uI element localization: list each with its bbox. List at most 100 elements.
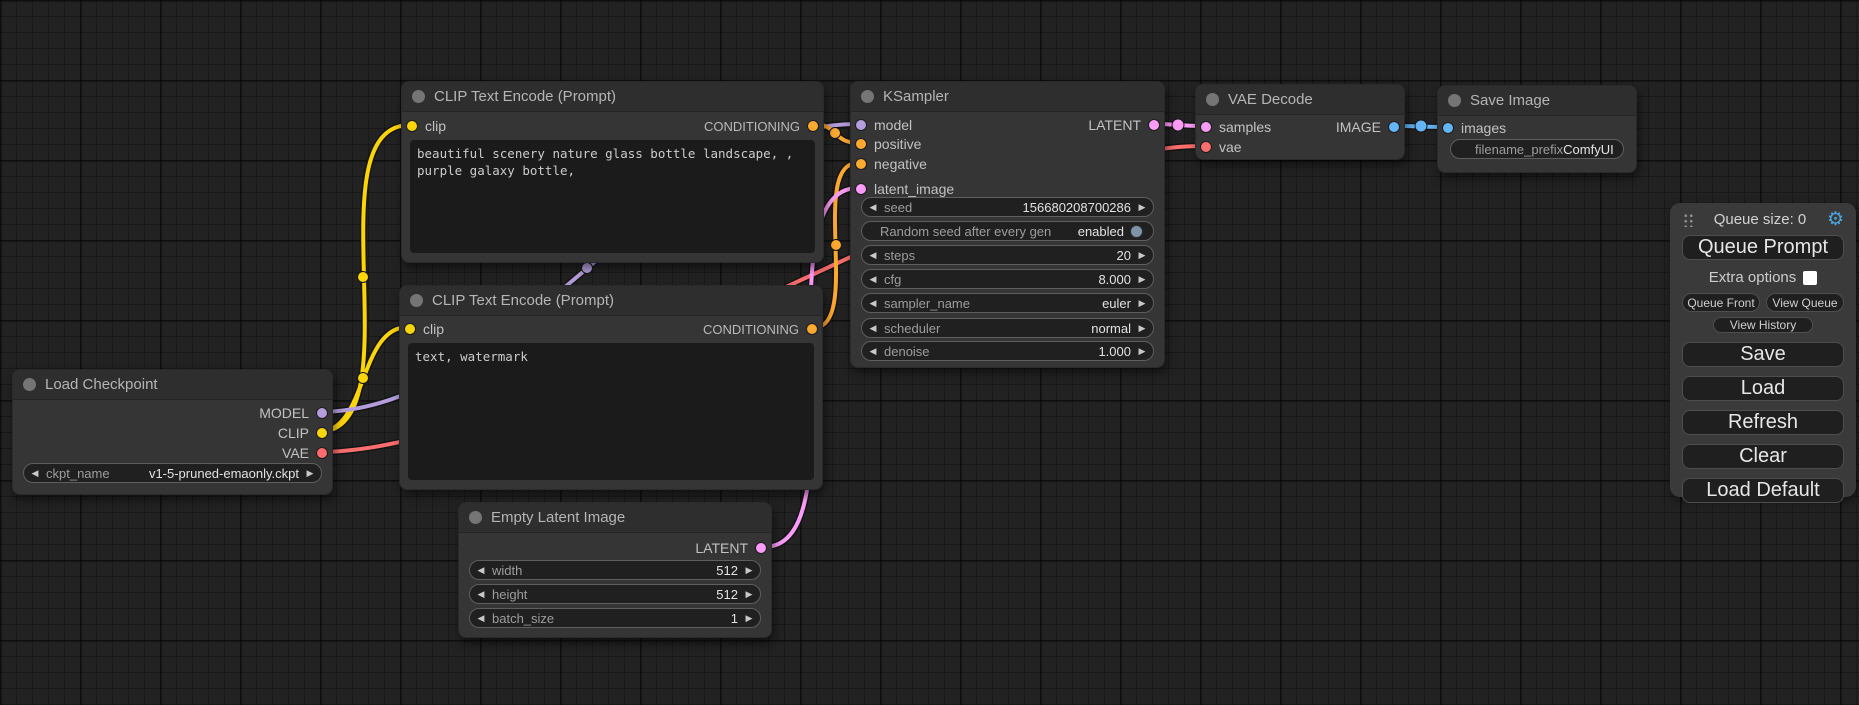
model-input-dot[interactable] <box>855 119 867 131</box>
decrement-arrow-icon[interactable]: ◀ <box>862 323 884 334</box>
conditioning-output-dot[interactable] <box>806 323 818 335</box>
clip-output-dot[interactable] <box>316 427 328 439</box>
node-title: CLIP Text Encode (Prompt) <box>434 88 616 105</box>
decrement-arrow-icon[interactable]: ◀ <box>862 274 884 285</box>
decrement-arrow-icon[interactable]: ◀ <box>862 346 884 357</box>
scheduler-widget[interactable]: ◀ scheduler normal ▶ <box>861 318 1154 338</box>
output-slot-vae: VAE <box>282 444 328 462</box>
queue-front-button[interactable]: Queue Front <box>1682 293 1760 312</box>
collapse-dot-icon[interactable] <box>469 511 482 524</box>
sampler-name-widget[interactable]: ◀ sampler_name euler ▶ <box>861 293 1154 313</box>
input-slot-positive: positive <box>855 135 921 153</box>
increment-arrow-icon[interactable]: ▶ <box>1131 346 1153 357</box>
prompt-textarea[interactable]: text, watermark <box>408 343 814 480</box>
node-clip-text-encode-negative[interactable]: CLIP Text Encode (Prompt) clip CONDITION… <box>399 285 823 490</box>
height-widget[interactable]: ◀ height 512 ▶ <box>469 584 761 604</box>
negative-input-dot[interactable] <box>855 158 867 170</box>
gear-icon[interactable]: ⚙ <box>1827 210 1844 229</box>
node-title-bar[interactable]: Load Checkpoint <box>13 370 332 400</box>
seed-widget[interactable]: ◀ seed 156680208700286 ▶ <box>861 197 1154 217</box>
prompt-textarea[interactable]: beautiful scenery nature glass bottle la… <box>410 140 815 253</box>
collapse-dot-icon[interactable] <box>410 294 423 307</box>
collapse-dot-icon[interactable] <box>1448 94 1461 107</box>
increment-arrow-icon[interactable]: ▶ <box>1131 274 1153 285</box>
increment-arrow-icon[interactable]: ▶ <box>738 565 760 576</box>
queue-control-panel: Queue size: 0 ⚙ Queue Prompt Extra optio… <box>1670 203 1856 497</box>
increment-arrow-icon[interactable]: ▶ <box>738 589 760 600</box>
node-empty-latent-image[interactable]: Empty Latent Image LATENT ◀ width 512 ▶ … <box>458 502 772 638</box>
increment-arrow-icon[interactable]: ▶ <box>299 468 321 479</box>
images-input-dot[interactable] <box>1442 122 1454 134</box>
node-title-bar[interactable]: Save Image <box>1438 86 1636 116</box>
view-queue-button[interactable]: View Queue <box>1766 293 1844 312</box>
latent-output-dot[interactable] <box>1148 119 1160 131</box>
increment-arrow-icon[interactable]: ▶ <box>1131 323 1153 334</box>
output-slot-conditioning: CONDITIONING <box>704 117 819 135</box>
random-seed-toggle-widget[interactable]: Random seed after every gen enabled <box>861 221 1154 241</box>
vae-input-dot[interactable] <box>1200 141 1212 153</box>
vae-output-dot[interactable] <box>316 447 328 459</box>
drag-handle-icon[interactable] <box>1682 212 1693 227</box>
decrement-arrow-icon[interactable]: ◀ <box>862 298 884 309</box>
load-default-button[interactable]: Load Default <box>1682 478 1844 503</box>
ckpt-name-widget[interactable]: ◀ ckpt_name v1-5-pruned-emaonly.ckpt ▶ <box>23 463 322 483</box>
batch-size-widget[interactable]: ◀ batch_size 1 ▶ <box>469 608 761 628</box>
queue-prompt-button[interactable]: Queue Prompt <box>1682 235 1844 260</box>
load-button[interactable]: Load <box>1682 376 1844 401</box>
image-output-dot[interactable] <box>1388 121 1400 133</box>
clear-button[interactable]: Clear <box>1682 444 1844 469</box>
node-title: CLIP Text Encode (Prompt) <box>432 292 614 309</box>
positive-input-dot[interactable] <box>855 138 867 150</box>
decrement-arrow-icon[interactable]: ◀ <box>24 468 46 479</box>
node-clip-text-encode-positive[interactable]: CLIP Text Encode (Prompt) clip CONDITION… <box>401 81 824 263</box>
node-vae-decode[interactable]: VAE Decode samples vae IMAGE <box>1195 84 1405 160</box>
toggle-knob-icon[interactable] <box>1130 225 1143 238</box>
collapse-dot-icon[interactable] <box>861 90 874 103</box>
input-slot-images: images <box>1442 119 1506 137</box>
increment-arrow-icon[interactable]: ▶ <box>738 613 760 624</box>
decrement-arrow-icon[interactable]: ◀ <box>470 613 492 624</box>
refresh-button[interactable]: Refresh <box>1682 410 1844 435</box>
conditioning-output-dot[interactable] <box>807 120 819 132</box>
node-load-checkpoint[interactable]: Load Checkpoint MODEL CLIP VAE ◀ ckpt_na… <box>12 369 333 495</box>
model-output-dot[interactable] <box>316 407 328 419</box>
save-button[interactable]: Save <box>1682 342 1844 367</box>
collapse-dot-icon[interactable] <box>23 378 36 391</box>
cfg-widget[interactable]: ◀ cfg 8.000 ▶ <box>861 269 1154 289</box>
view-history-button[interactable]: View History <box>1713 317 1813 333</box>
increment-arrow-icon[interactable]: ▶ <box>1131 202 1153 213</box>
filename-prefix-widget[interactable]: filename_prefix ComfyUI <box>1450 139 1624 159</box>
increment-arrow-icon[interactable]: ▶ <box>1131 298 1153 309</box>
latent-output-dot[interactable] <box>755 542 767 554</box>
increment-arrow-icon[interactable]: ▶ <box>1131 250 1153 261</box>
node-graph-canvas[interactable]: Load Checkpoint MODEL CLIP VAE ◀ ckpt_na… <box>0 0 1859 705</box>
input-slot-latent-image: latent_image <box>855 180 954 198</box>
extra-options-checkbox[interactable] <box>1803 271 1817 285</box>
decrement-arrow-icon[interactable]: ◀ <box>470 565 492 576</box>
collapse-dot-icon[interactable] <box>1206 93 1219 106</box>
output-slot-latent: LATENT <box>1088 116 1160 134</box>
steps-widget[interactable]: ◀ steps 20 ▶ <box>861 245 1154 265</box>
latent-input-dot[interactable] <box>855 183 867 195</box>
samples-input-dot[interactable] <box>1200 121 1212 133</box>
node-title-bar[interactable]: Empty Latent Image <box>459 503 771 533</box>
node-title-bar[interactable]: VAE Decode <box>1196 85 1404 115</box>
clip-input-dot[interactable] <box>406 120 418 132</box>
node-title: Load Checkpoint <box>45 376 158 393</box>
output-slot-clip: CLIP <box>278 424 328 442</box>
denoise-widget[interactable]: ◀ denoise 1.000 ▶ <box>861 341 1154 361</box>
decrement-arrow-icon[interactable]: ◀ <box>470 589 492 600</box>
output-slot-conditioning: CONDITIONING <box>703 320 818 338</box>
decrement-arrow-icon[interactable]: ◀ <box>862 250 884 261</box>
node-title-bar[interactable]: CLIP Text Encode (Prompt) <box>400 286 822 316</box>
node-title: Empty Latent Image <box>491 509 625 526</box>
node-title-bar[interactable]: CLIP Text Encode (Prompt) <box>402 82 823 112</box>
width-widget[interactable]: ◀ width 512 ▶ <box>469 560 761 580</box>
collapse-dot-icon[interactable] <box>412 90 425 103</box>
node-save-image[interactable]: Save Image images filename_prefix ComfyU… <box>1437 85 1637 173</box>
decrement-arrow-icon[interactable]: ◀ <box>862 202 884 213</box>
node-ksampler[interactable]: KSampler model positive negative latent_… <box>850 81 1165 368</box>
input-slot-clip: clip <box>404 320 444 338</box>
node-title-bar[interactable]: KSampler <box>851 82 1164 112</box>
clip-input-dot[interactable] <box>404 323 416 335</box>
